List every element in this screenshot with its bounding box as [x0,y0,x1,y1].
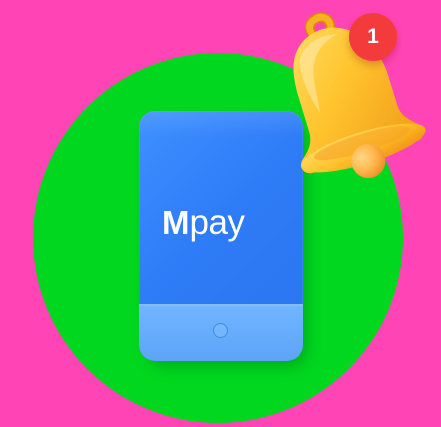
mpay-logo-m: M [162,204,190,241]
promo-illustration: Mpay 1 [0,0,441,427]
mpay-logo: Mpay [162,197,282,249]
notification-badge: 1 [349,13,397,61]
bell-graphic [293,12,426,179]
home-button-icon [213,323,228,338]
notification-count: 1 [367,25,379,48]
phone-lower-panel [139,304,303,361]
mpay-logo-text: pay [189,203,245,242]
bell-icon: 1 [255,0,440,190]
